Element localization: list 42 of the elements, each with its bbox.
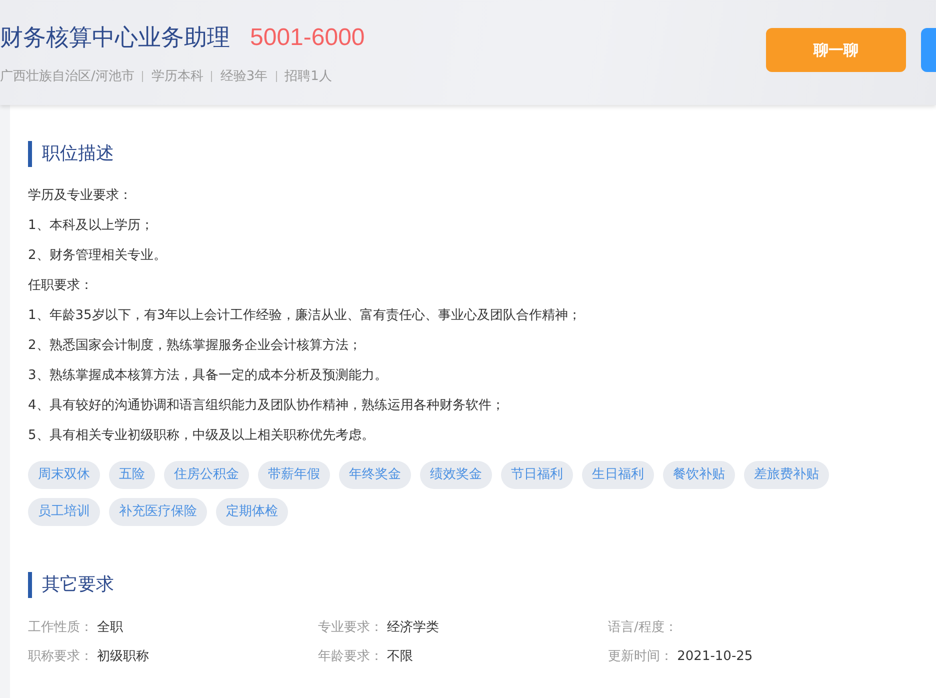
description-line: 2、财务管理相关专业。	[28, 247, 168, 265]
field-label: 更新时间：	[608, 649, 673, 664]
chat-button[interactable]: 聊一聊	[766, 28, 906, 72]
benefit-tag: 五险	[109, 461, 155, 489]
description-line: 学历及专业要求：	[28, 187, 133, 205]
job-meta: 招聘1人	[284, 68, 332, 85]
field-label: 年龄要求：	[318, 649, 383, 664]
job-meta: 广西壮族自治区/河池市	[0, 68, 134, 85]
section-heading: 其它要求	[28, 572, 936, 598]
description-line: 4、具有较好的沟通协调和语言组织能力及团队协作精神，熟练运用各种财务软件；	[28, 397, 506, 415]
benefit-tag: 补充医疗保险	[109, 498, 207, 526]
benefit-tag: 周末双休	[28, 461, 100, 489]
salary-range: 5001-6000	[250, 24, 365, 52]
benefit-tag: 员工培训	[28, 498, 100, 526]
field-value: 不限	[387, 649, 414, 664]
description-line: 5、具有相关专业初级职称，中级及以上相关职称优先考虑。	[28, 427, 376, 445]
benefit-tag: 绩效奖金	[420, 461, 492, 489]
description-line: 2、熟悉国家会计制度，熟练掌握服务企业会计核算方法；	[28, 337, 362, 355]
field-value: 经济学类	[387, 620, 440, 635]
description-line: 1、年龄35岁以下，有3年以上会计工作经验，廉洁从业、富有责任心、事业心及团队合作精神；	[28, 307, 582, 325]
description-line: 任职要求：	[28, 277, 94, 295]
field-label: 职称要求：	[28, 649, 93, 664]
benefit-tag: 差旅费补贴	[744, 461, 829, 489]
description-line: 1、本科及以上学历；	[28, 217, 154, 235]
benefit-tag: 餐饮补贴	[663, 461, 735, 489]
benefit-tag: 节日福利	[501, 461, 573, 489]
section-heading: 职位描述	[28, 141, 936, 167]
description-line: 3、熟练掌握成本核算方法，具备一定的成本分析及预测能力。	[28, 367, 388, 385]
job-meta: 学历本科	[151, 68, 204, 85]
benefit-tag: 定期体检	[216, 498, 288, 526]
field-value: 全职	[97, 620, 124, 635]
benefit-tag: 带薪年假	[258, 461, 330, 489]
field-label: 专业要求：	[318, 620, 383, 635]
job-title: 财务核算中心业务助理	[0, 24, 230, 53]
field-label: 语言/程度：	[608, 620, 678, 635]
job-meta: 经验3年	[220, 68, 268, 85]
field-label: 工作性质：	[28, 620, 93, 635]
benefit-tag: 生日福利	[582, 461, 654, 489]
field-value: 2021-10-25	[677, 649, 753, 664]
field-value: 初级职称	[97, 649, 150, 664]
benefit-tag: 年终奖金	[339, 461, 411, 489]
benefit-tag: 住房公积金	[164, 461, 249, 489]
